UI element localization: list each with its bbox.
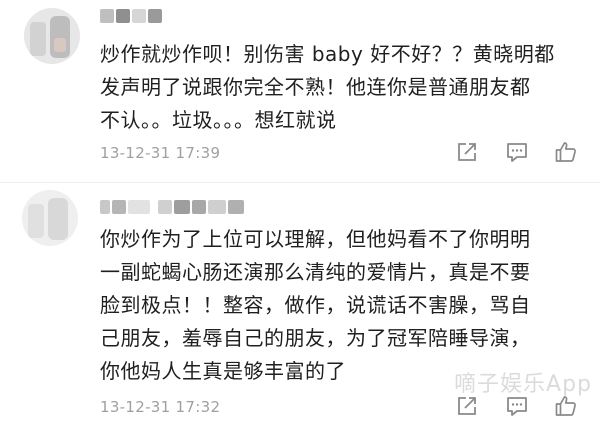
avatar-blur-shape: [28, 204, 44, 238]
comment-line: 己朋友，羞辱自己的朋友，为了冠军陪睡导演，: [100, 326, 531, 350]
username-redacted: [100, 200, 245, 214]
avatar[interactable]: [24, 8, 80, 64]
mosaic-block: [158, 200, 172, 214]
comment-line: 脸到极点！！整容，做作，说谎话不害臊，骂自: [100, 293, 531, 317]
username-redacted: [100, 9, 170, 23]
mosaic-block: [132, 9, 146, 23]
comment-divider: [0, 182, 600, 183]
comment-meta: 13-12-31 17:39: [100, 140, 580, 170]
avatar[interactable]: [22, 190, 78, 246]
avatar-blur-shape: [48, 198, 68, 240]
reply-icon[interactable]: [505, 140, 529, 164]
comment-card: 炒作就炒作呗！别伤害 baby 好不好？？黄晓明都 发声明了说跟你完全不熟！他连…: [0, 0, 600, 180]
comment-timestamp: 13-12-31 17:39: [100, 144, 221, 162]
mosaic-block: [174, 200, 190, 214]
comment-text: 你炒作为了上位可以理解，但他妈看不了你明明 一副蛇蝎心肠还演那么清纯的爱情片，真…: [100, 223, 570, 388]
comment-line: 发声明了说跟你完全不熟！他连你是普通朋友都: [100, 75, 531, 99]
comment-text: 炒作就炒作呗！别伤害 baby 好不好？？黄晓明都 发声明了说跟你完全不熟！他连…: [100, 38, 570, 137]
mosaic-block: [148, 9, 162, 23]
avatar-blur-shape: [54, 38, 66, 52]
app-watermark: 嘀子娱乐App: [454, 372, 592, 397]
mosaic-block: [128, 200, 150, 214]
comment-line: 炒作就炒作呗！别伤害 baby 好不好？？黄晓明都: [100, 42, 555, 66]
comment-meta: 13-12-31 17:32: [100, 394, 580, 424]
comment-line: 一副蛇蝎心肠还演那么清纯的爱情片，真是不要: [100, 260, 531, 284]
avatar-blur-shape: [30, 22, 46, 56]
share-icon[interactable]: [455, 140, 479, 164]
mosaic-block: [112, 200, 126, 214]
comment-timestamp: 13-12-31 17:32: [100, 398, 221, 416]
comment-line: 不认。。垃圾。。。想红就说: [100, 108, 337, 132]
mosaic-block: [192, 200, 206, 214]
mosaic-block: [100, 9, 114, 23]
like-icon[interactable]: [554, 140, 578, 164]
mosaic-block: [116, 9, 130, 23]
mosaic-block: [228, 200, 244, 214]
mosaic-block: [208, 200, 226, 214]
mosaic-block: [100, 200, 110, 214]
comment-line: 你炒作为了上位可以理解，但他妈看不了你明明: [100, 227, 531, 251]
